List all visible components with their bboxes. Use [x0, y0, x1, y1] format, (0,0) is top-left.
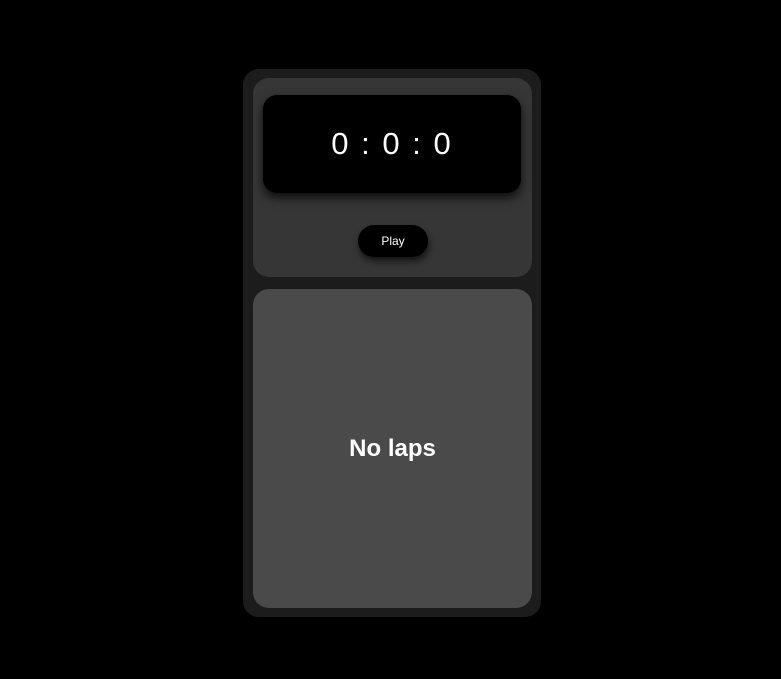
- play-button[interactable]: Play: [358, 225, 428, 257]
- stopwatch-app: 0 : 0 : 0 Play No laps: [243, 69, 541, 617]
- laps-panel: No laps: [253, 289, 532, 608]
- timer-panel: 0 : 0 : 0 Play: [253, 78, 532, 277]
- time-readout: 0 : 0 : 0: [331, 126, 453, 161]
- no-laps-message: No laps: [349, 434, 436, 462]
- time-display: 0 : 0 : 0: [263, 95, 521, 193]
